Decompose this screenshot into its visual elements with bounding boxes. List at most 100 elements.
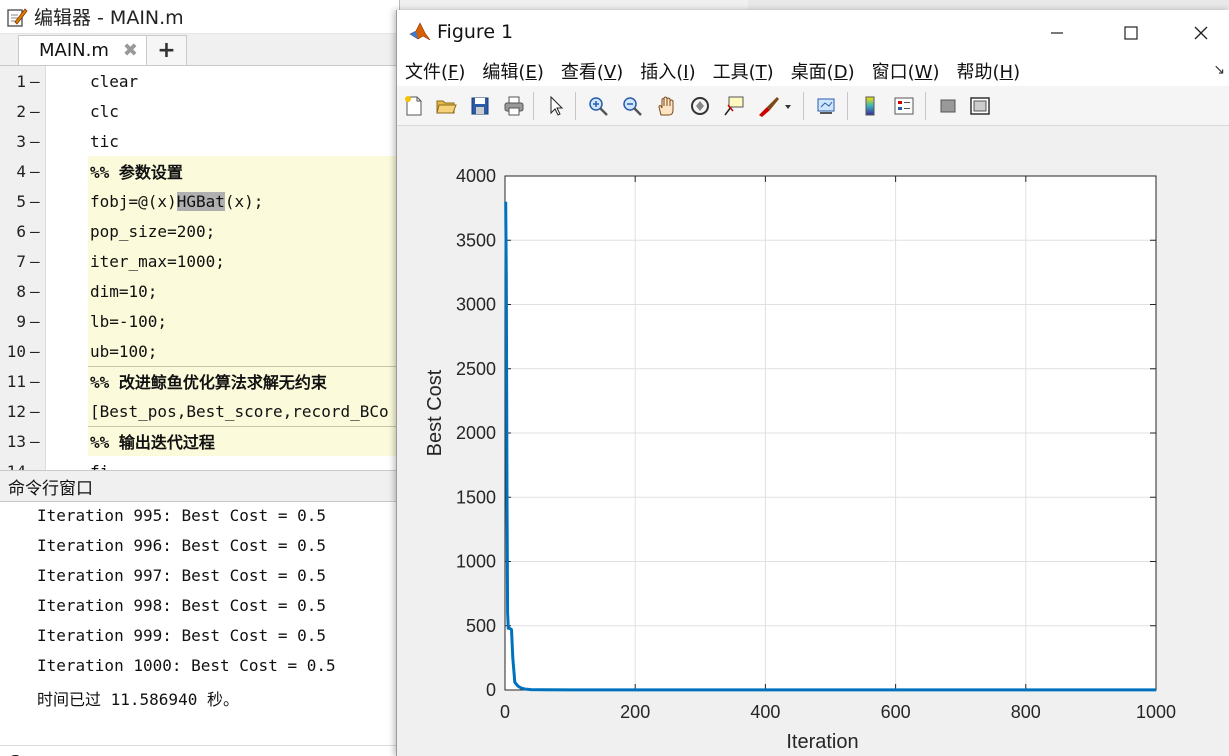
open-file-icon[interactable]: [433, 94, 459, 118]
y-axis-label: Best Cost: [424, 369, 446, 456]
menu-item[interactable]: 帮助(H): [957, 58, 1021, 84]
code-line[interactable]: 5— fobj=@(x)HGBat(x);: [0, 186, 400, 216]
code-line[interactable]: 12— [Best_pos,Best_score,record_BCo: [0, 396, 400, 426]
breakpoint-marker[interactable]: —: [30, 102, 46, 121]
maximize-button[interactable]: [1111, 18, 1151, 48]
code-line[interactable]: 8— dim=10;: [0, 276, 400, 306]
code-line[interactable]: 10— ub=100;: [0, 336, 400, 366]
x-axis-label: Iteration: [786, 731, 858, 753]
code-text: iter_max=1000;: [90, 251, 225, 271]
y-tick-label: 0: [486, 680, 496, 700]
editor-titlebar[interactable]: 编辑器 - MAIN.m: [0, 0, 399, 34]
menu-item[interactable]: 编辑(E): [482, 58, 543, 84]
command-window: 命令行窗口 Iteration 995: Best Cost = 0.5 Iter…: [0, 470, 400, 756]
y-tick-label: 2500: [456, 359, 496, 379]
tab-main-m[interactable]: MAIN.m ✖: [18, 35, 147, 65]
colorbar-icon[interactable]: [857, 94, 883, 118]
pan-hand-icon[interactable]: [653, 94, 679, 118]
line-number: 13: [6, 431, 26, 451]
rotate-3d-icon[interactable]: [687, 94, 713, 118]
command-output-line: Iteration 996: Best Cost = 0.5: [37, 536, 326, 555]
cell-separator: [88, 426, 400, 427]
brush-icon[interactable]: [757, 94, 793, 118]
code-text: %% 输出迭代过程: [90, 433, 215, 452]
code-line[interactable]: 11— %% 改进鲸鱼优化算法求解无约束: [0, 366, 400, 396]
print-icon[interactable]: [501, 94, 527, 118]
y-tick-label: 1000: [456, 552, 496, 572]
menu-item[interactable]: 桌面(D): [791, 58, 855, 84]
dock-arrow-icon[interactable]: ↘: [1213, 62, 1225, 78]
breakpoint-marker[interactable]: —: [30, 342, 46, 361]
figure-title: Figure 1: [437, 21, 514, 43]
breakpoint-marker[interactable]: —: [30, 162, 46, 181]
line-number: 3: [16, 131, 26, 151]
x-tick-label: 600: [881, 702, 911, 722]
save-icon[interactable]: [467, 94, 493, 118]
breakpoint-marker[interactable]: —: [30, 72, 46, 91]
toolbar-separator: [847, 92, 848, 120]
code-line[interactable]: 13— %% 输出迭代过程: [0, 426, 400, 456]
link-plot-icon[interactable]: [813, 94, 839, 118]
x-tick-label: 800: [1011, 702, 1041, 722]
line-number: 5: [16, 191, 26, 211]
line-number: 11: [6, 371, 26, 391]
code-editor[interactable]: 1— clear 2— clc 3— tic 4—%% 参数设置 5— fobj=@(x)HGB…: [0, 66, 400, 481]
plot-area[interactable]: 0 200 400 600 800 1000 0 500 1000 1500 2000 2500 300…: [397, 126, 1229, 756]
select-arrow-icon[interactable]: [543, 94, 569, 118]
close-window-button[interactable]: [1181, 18, 1221, 48]
menu-item[interactable]: 工具(T): [713, 58, 774, 84]
breakpoint-marker[interactable]: —: [30, 402, 46, 421]
breakpoint-marker[interactable]: —: [30, 192, 46, 211]
breakpoint-marker[interactable]: —: [30, 282, 46, 301]
figure-toolbar: [397, 86, 1229, 126]
command-output-line: Iteration 995: Best Cost = 0.5: [37, 506, 326, 525]
breakpoint-marker[interactable]: —: [30, 132, 46, 151]
breakpoint-marker[interactable]: —: [30, 252, 46, 271]
code-line[interactable]: 4— %% 参数设置: [0, 156, 400, 186]
code-text: [Best_pos,Best_score,record_BCo: [90, 401, 389, 421]
zoom-out-icon[interactable]: [619, 94, 645, 118]
fx-icon[interactable]: fx: [6, 752, 29, 756]
new-figure-icon[interactable]: [401, 94, 427, 118]
line-number: 8: [16, 281, 26, 301]
breakpoint-marker[interactable]: —: [30, 222, 46, 241]
y-tick-label: 3000: [456, 295, 496, 315]
add-tab-button[interactable]: +: [146, 35, 187, 65]
toolbar-separator: [533, 92, 534, 120]
menu-item[interactable]: 文件(F): [405, 58, 465, 84]
command-window-output[interactable]: Iteration 995: Best Cost = 0.5 Iteration …: [0, 502, 400, 756]
code-line[interactable]: 9— lb=-100;: [0, 306, 400, 336]
matlab-logo-icon: [409, 21, 431, 43]
y-tick-label: 2000: [456, 423, 496, 443]
breakpoint-marker[interactable]: —: [30, 312, 46, 331]
breakpoint-marker[interactable]: —: [30, 372, 46, 391]
x-tick-label: 200: [620, 702, 650, 722]
command-output-line: Iteration 1000: Best Cost = 0.5: [37, 656, 336, 675]
minimize-button[interactable]: [1037, 18, 1077, 48]
figure-titlebar[interactable]: Figure 1: [397, 10, 1229, 56]
show-plot-tools-icon[interactable]: [967, 94, 993, 118]
line-number: 10: [6, 341, 26, 361]
breakpoint-marker[interactable]: —: [30, 432, 46, 451]
hide-plot-tools-icon[interactable]: [935, 94, 961, 118]
code-text: pop_size=200;: [90, 221, 216, 241]
menu-item[interactable]: 查看(V): [561, 58, 623, 84]
code-line[interactable]: 2— clc: [0, 96, 400, 126]
zoom-in-icon[interactable]: [585, 94, 611, 118]
tab-label: MAIN.m: [39, 40, 109, 61]
code-line[interactable]: 6— pop_size=200;: [0, 216, 400, 246]
command-prompt[interactable]: fx >>: [0, 745, 400, 756]
close-icon[interactable]: ✖: [123, 40, 138, 61]
menu-item[interactable]: 窗口(W): [872, 58, 940, 84]
command-window-title: 命令行窗口: [0, 470, 400, 502]
code-text: clear: [90, 71, 139, 91]
data-cursor-icon[interactable]: [721, 94, 747, 118]
menu-item[interactable]: 插入(I): [640, 58, 695, 84]
legend-icon[interactable]: [891, 94, 917, 118]
background-window-edge: [748, 0, 1229, 10]
code-line[interactable]: 1— clear: [0, 66, 400, 96]
code-line[interactable]: 3— tic: [0, 126, 400, 156]
line-chart[interactable]: 0 200 400 600 800 1000 0 500 1000 1500 2000 2500 300…: [397, 126, 1229, 756]
figure-menubar: 文件(F) 编辑(E) 查看(V) 插入(I) 工具(T) 桌面(D) 窗口(W) 帮助(H)…: [397, 56, 1229, 86]
code-line[interactable]: 7— iter_max=1000;: [0, 246, 400, 276]
